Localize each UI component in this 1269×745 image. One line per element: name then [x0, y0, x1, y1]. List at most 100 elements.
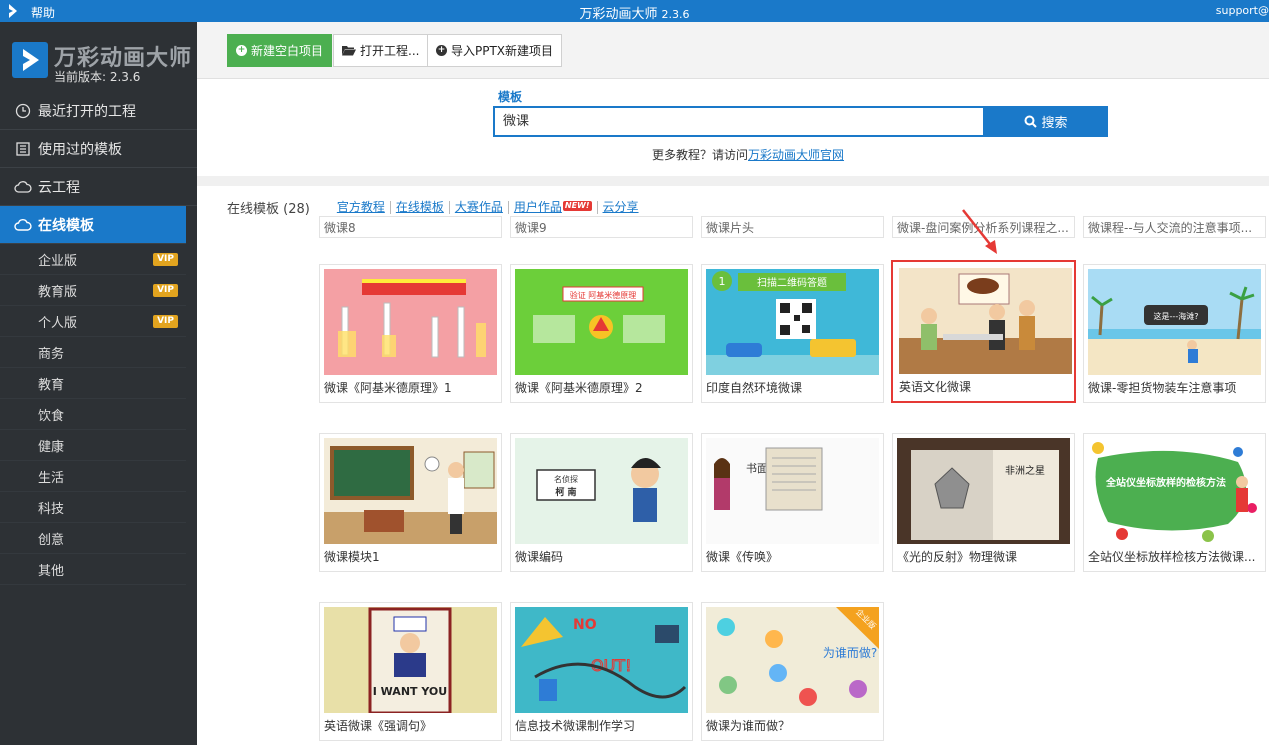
template-label: 英语微课《强调句》 [324, 719, 433, 733]
category-creative[interactable]: 创意 [0, 523, 186, 554]
svg-text:1: 1 [719, 275, 726, 288]
template-thumbnail: 企业版 为谁而做? [706, 607, 879, 713]
template-thumbnail: 非洲之星 [897, 438, 1070, 544]
template-label: 微课《阿基米德原理》2 [515, 381, 643, 395]
new-blank-project-button[interactable]: + 新建空白项目 [227, 34, 333, 67]
category-life[interactable]: 生活 [0, 461, 186, 492]
template-label: 微课-零担货物装车注意事项 [1088, 381, 1237, 395]
template-card[interactable]: 全站仪坐标放样的检核方法 全站仪坐标放样检核方法微课... [1083, 433, 1266, 572]
category-label: 健康 [38, 439, 65, 455]
template-card[interactable]: 书面传唤 微课《传唤》 [701, 433, 884, 572]
template-thumbnail: 名侦探 柯 南 [515, 438, 688, 544]
highlight-arrow-icon [962, 209, 997, 254]
svg-text:全站仪坐标放样的检核方法: 全站仪坐标放样的检核方法 [1105, 476, 1226, 489]
nav-online-templates[interactable]: 在线模板 [0, 206, 186, 244]
template-count: 在线模板 (28) [227, 202, 310, 217]
title-bar: 帮助 万彩动画大师 2.3.6 support@ [0, 0, 1269, 22]
template-label: 英语文化微课 [899, 380, 972, 394]
cloud-icon [14, 178, 32, 196]
template-card[interactable]: 验证 阿基米德原理 微课《阿基米德原理》2 [510, 264, 693, 403]
template-thumbnail [899, 268, 1072, 374]
template-label: 微课8 [324, 221, 356, 235]
category-health[interactable]: 健康 [0, 430, 186, 461]
svg-text:名侦探: 名侦探 [554, 474, 578, 484]
template-label: 微课模块1 [324, 550, 380, 564]
nav-label: 在线模板 [38, 217, 94, 234]
svg-text:非洲之星: 非洲之星 [1005, 464, 1045, 477]
window-title: 万彩动画大师 2.3.6 [0, 3, 1269, 22]
nav-label: 最近打开的工程 [38, 103, 136, 120]
sidebar: 万彩动画大师 当前版本: 2.3.6 最近打开的工程 使用过的模板 云工程 在线… [0, 22, 197, 745]
template-card[interactable]: 微课程--与人交流的注意事项... [1083, 216, 1266, 238]
brand-version: 当前版本: 2.3.6 [54, 70, 141, 84]
category-label: 教育版 [38, 284, 78, 300]
category-label: 饮食 [38, 408, 65, 424]
svg-text:柯 南: 柯 南 [555, 486, 576, 498]
template-thumbnail: 全站仪坐标放样的检核方法 [1088, 438, 1261, 544]
plus-icon: + [236, 45, 247, 56]
category-tech[interactable]: 科技 [0, 492, 186, 523]
clock-icon [14, 102, 32, 120]
svg-text:NO: NO [573, 617, 597, 633]
app-version: 2.3.6 [661, 8, 690, 21]
nav-used-templates[interactable]: 使用过的模板 [0, 130, 197, 168]
nav-recent-projects[interactable]: 最近打开的工程 [0, 92, 197, 130]
category-education[interactable]: 教育 [0, 368, 186, 399]
category-food[interactable]: 饮食 [0, 399, 186, 430]
template-card-selected[interactable]: 英语文化微课 [891, 260, 1076, 403]
template-label: 微课为谁而做？ [706, 719, 791, 733]
category-label: 创意 [38, 532, 65, 548]
template-card[interactable]: I WANT YOU 英语微课《强调句》 [319, 602, 502, 741]
category-label: 教育 [38, 377, 65, 393]
template-thumbnail [324, 269, 497, 375]
cloud-icon [14, 216, 32, 234]
category-label: 生活 [38, 470, 65, 486]
template-card[interactable]: 这是---海滩? 微课-零担货物装车注意事项 [1083, 264, 1266, 403]
template-card[interactable]: 微课9 [510, 216, 693, 238]
category-label: 企业版 [38, 253, 78, 269]
nav-cloud-projects[interactable]: 云工程 [0, 168, 197, 206]
template-label: 微课9 [515, 221, 547, 235]
svg-text:验证 阿基米德原理: 验证 阿基米德原理 [570, 290, 637, 300]
main-panel: + 新建空白项目 打开工程... + 导入PPTX新建项目 模板 微课 搜索 更… [197, 22, 1269, 745]
svg-text:这是---海滩?: 这是---海滩? [1154, 311, 1199, 321]
category-business[interactable]: 商务 [0, 337, 186, 368]
button-label: 新建空白项目 [251, 44, 324, 58]
template-card[interactable]: 微课模块1 [319, 433, 502, 572]
template-icon [14, 140, 32, 158]
template-card[interactable]: 企业版 为谁而做? 微课为谁而做？ [701, 602, 884, 741]
template-label: 微课片头 [706, 221, 755, 235]
vip-badge: VIP [153, 315, 178, 328]
template-card[interactable]: NO OUT! 信息技术微课制作学习 [510, 602, 693, 741]
template-thumbnail: 1 扫描二维码答题 [706, 269, 879, 375]
template-thumbnail: 验证 阿基米德原理 [515, 269, 688, 375]
svg-text:I WANT YOU: I WANT YOU [373, 685, 447, 698]
template-label: 微课《阿基米德原理》1 [324, 381, 452, 395]
template-label: 微课编码 [515, 550, 564, 564]
category-enterprise[interactable]: 企业版 VIP [0, 244, 186, 275]
vip-badge: VIP [153, 284, 178, 297]
sidebar-nav: 最近打开的工程 使用过的模板 云工程 在线模板 企业版 VIP 教育版 VIP 个人… [0, 92, 197, 585]
vip-badge: VIP [153, 253, 178, 266]
category-education-edition[interactable]: 教育版 VIP [0, 275, 186, 306]
template-card[interactable]: 名侦探 柯 南 微课编码 [510, 433, 693, 572]
template-label: 印度自然环境微课 [706, 381, 803, 395]
category-other[interactable]: 其他 [0, 554, 186, 585]
category-label: 商务 [38, 346, 65, 362]
template-thumbnail: 书面传唤 [706, 438, 879, 544]
template-thumbnail: I WANT YOU [324, 607, 497, 713]
svg-text:为谁而做?: 为谁而做? [823, 645, 877, 660]
template-thumbnail [324, 438, 497, 544]
brand: 万彩动画大师 当前版本: 2.3.6 [12, 40, 192, 100]
category-personal[interactable]: 个人版 VIP [0, 306, 186, 337]
template-card[interactable]: 微课8 [319, 216, 502, 238]
template-card[interactable]: 1 扫描二维码答题 印度自然环境微课 [701, 264, 884, 403]
template-card[interactable]: 微课片头 [701, 216, 884, 238]
template-card[interactable]: 微课《阿基米德原理》1 [319, 264, 502, 403]
category-label: 科技 [38, 501, 65, 517]
support-link[interactable]: support@ [1216, 4, 1269, 17]
template-card[interactable]: 非洲之星 《光的反射》物理微课 [892, 433, 1075, 572]
template-thumbnail: NO OUT! [515, 607, 688, 713]
svg-text:扫描二维码答题: 扫描二维码答题 [757, 276, 827, 289]
template-label: 信息技术微课制作学习 [515, 719, 636, 733]
